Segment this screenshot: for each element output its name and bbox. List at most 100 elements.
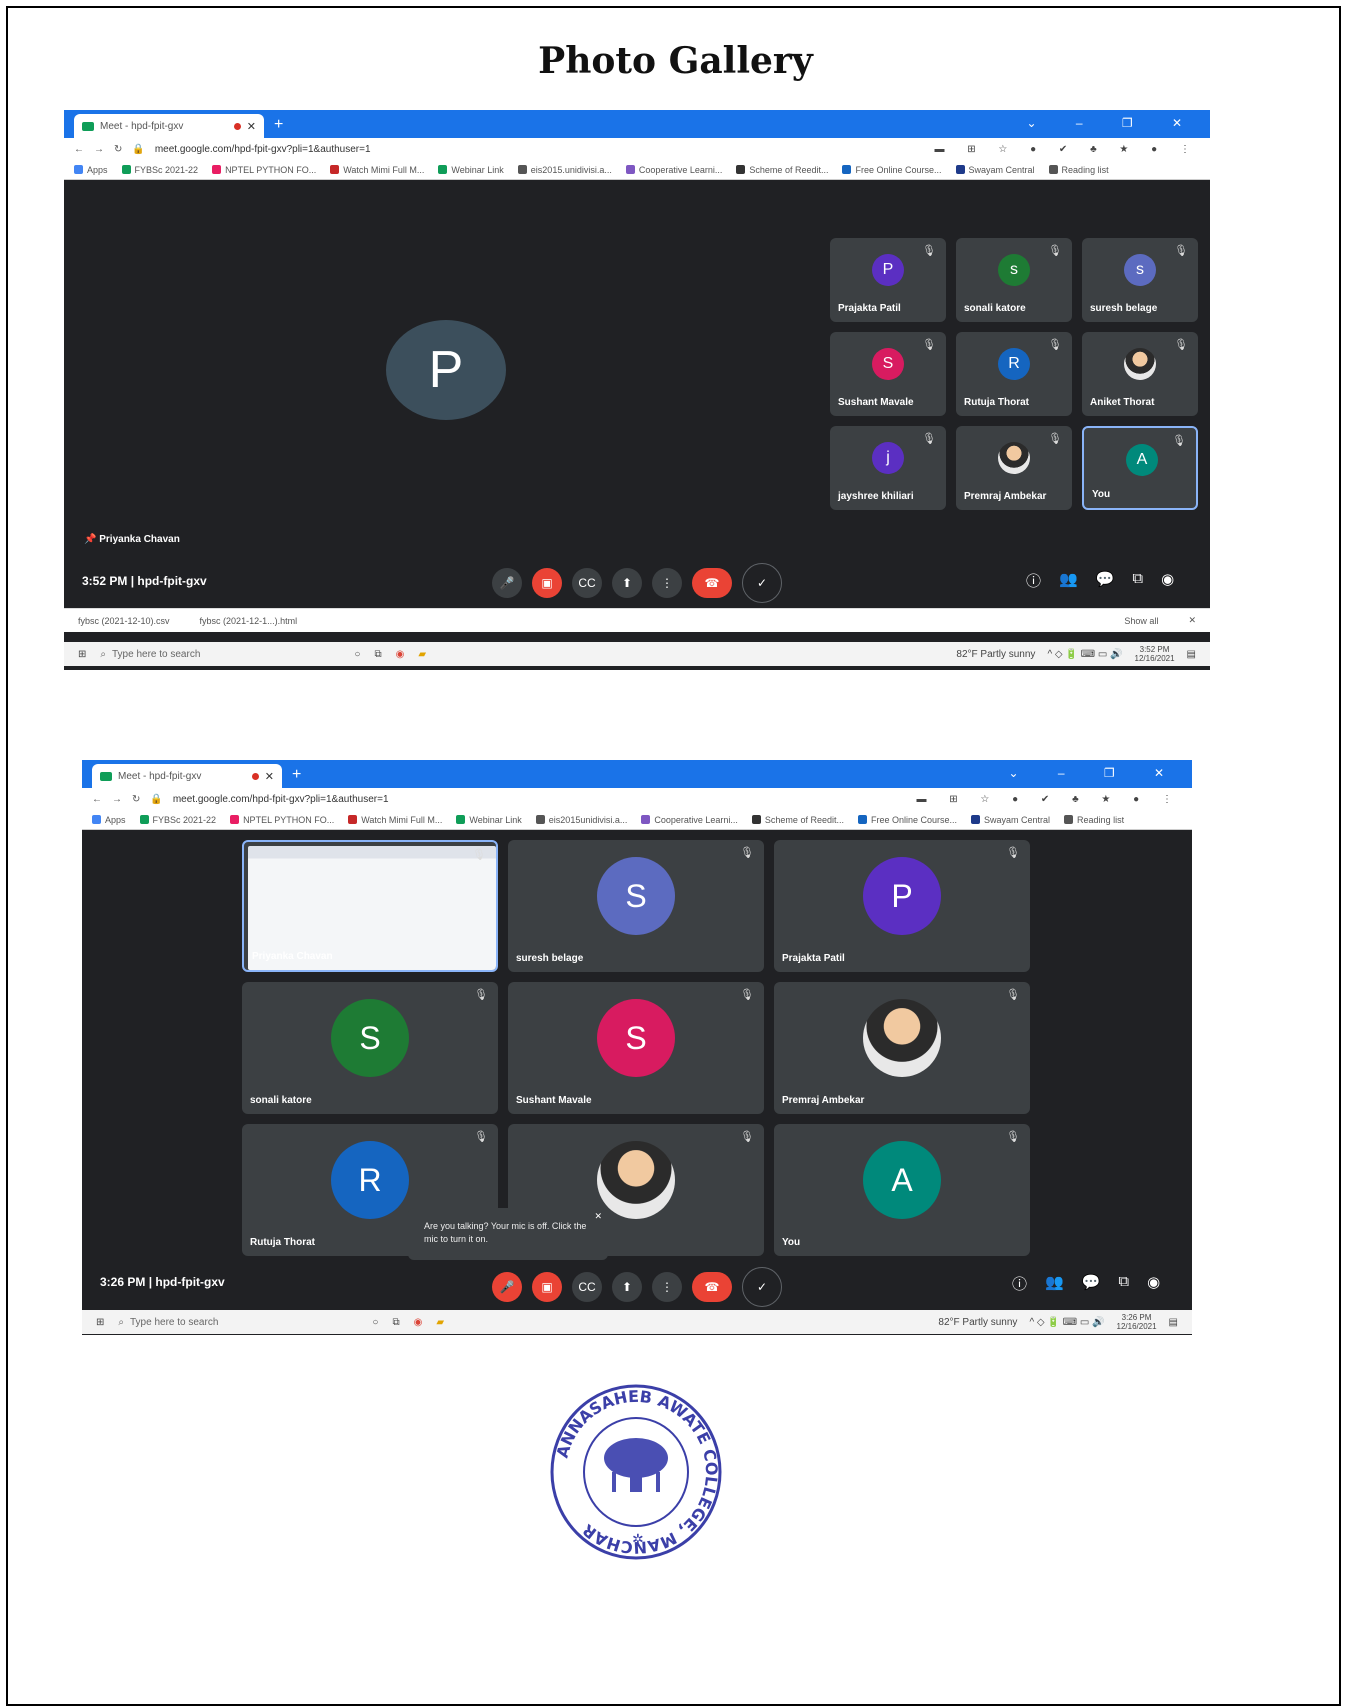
bookmark-item[interactable]: Free Online Course... <box>857 815 957 825</box>
browser-tab[interactable]: Meet - hpd-fpit-gxv ✕ <box>92 764 282 788</box>
camera-off-button[interactable]: ▣ <box>532 568 562 598</box>
extension-icons[interactable]: ▬ ⊞ ☆ ● ✔ ♣ ★ ● ⋮ <box>916 794 1182 805</box>
forward-icon[interactable]: → <box>112 794 122 805</box>
download-item[interactable]: fybsc (2021-12-1...).html <box>200 616 298 626</box>
task-view-icon[interactable]: ⧉ <box>392 1317 399 1328</box>
participant-tile[interactable]: S 🎙 suresh belage <box>508 840 764 972</box>
close-tab-icon[interactable]: ✕ <box>265 770 274 783</box>
shield-icon[interactable]: ◉ <box>1161 570 1174 591</box>
captions-button[interactable]: CC <box>572 568 602 598</box>
bookmark-item[interactable]: FYBSc 2021-22 <box>121 165 198 175</box>
chrome-icon[interactable]: ◉ <box>414 1317 423 1328</box>
chat-icon[interactable]: 💬 <box>1096 570 1115 591</box>
download-item[interactable]: fybsc (2021-12-10).csv <box>78 616 170 626</box>
more-options-button[interactable]: ⋮ <box>652 568 682 598</box>
bookmark-item[interactable]: eis2015unidivisi.a... <box>535 815 627 825</box>
chrome-icon[interactable]: ◉ <box>396 649 405 660</box>
taskbar-search[interactable]: ⌕ Type here to search <box>100 645 340 663</box>
end-call-button[interactable]: ☎ <box>692 568 732 598</box>
browser-tab[interactable]: Meet - hpd-fpit-gxv ✕ <box>74 114 264 138</box>
file-explorer-icon[interactable]: ▰ <box>436 1317 444 1328</box>
captions-button[interactable]: CC <box>572 1272 602 1302</box>
camera-off-button[interactable]: ▣ <box>532 1272 562 1302</box>
people-icon[interactable]: 👥 <box>1059 570 1078 591</box>
participant-tile[interactable]: 🎙 Aniket Thorat <box>1082 332 1198 416</box>
bookmark-item[interactable]: Swayam Central <box>971 815 1050 825</box>
bookmark-item[interactable]: Watch Mimi Full M... <box>348 815 442 825</box>
bookmark-item[interactable]: Swayam Central <box>955 165 1035 175</box>
participant-tile[interactable]: S 🎙 Sushant Mavale <box>830 332 946 416</box>
tray-icons[interactable]: ^ ◇ 🔋 ⌨ ▭ 🔊 <box>1029 1317 1104 1328</box>
bookmark-item[interactable]: Reading list <box>1048 165 1109 175</box>
windows-start-icon[interactable]: ⊞ <box>78 649 86 660</box>
extension-icons[interactable]: ▬ ⊞ ☆ ● ✔ ♣ ★ ● ⋮ <box>934 144 1200 155</box>
weather-text[interactable]: 82°F Partly sunny <box>938 1317 1017 1328</box>
window-controls[interactable]: ⌄ – ❐ ✕ <box>1008 766 1182 780</box>
notification-icon[interactable]: ▤ <box>1187 649 1196 660</box>
participant-tile[interactable]: 🎙 Priyanka Chavan <box>242 840 498 972</box>
clock[interactable]: 3:52 PM 12/16/2021 <box>1135 645 1175 663</box>
close-icon[interactable]: ✕ <box>594 1210 602 1223</box>
bookmark-item[interactable]: Scheme of Reedit... <box>751 815 844 825</box>
participant-tile[interactable]: 🎙 Premraj Ambekar <box>774 982 1030 1114</box>
present-button[interactable]: ⬆ <box>612 1272 642 1302</box>
windows-start-icon[interactable]: ⊞ <box>96 1317 104 1328</box>
participant-tile[interactable]: S 🎙 Sushant Mavale <box>508 982 764 1114</box>
bookmark-item[interactable]: Reading list <box>1064 815 1124 825</box>
reload-icon[interactable]: ↻ <box>114 144 122 155</box>
bookmark-item[interactable]: Scheme of Reedit... <box>736 165 828 175</box>
file-explorer-icon[interactable]: ▰ <box>418 649 426 660</box>
close-icon[interactable]: ✕ <box>1188 615 1196 626</box>
bookmark-item[interactable]: FYBSc 2021-22 <box>139 815 216 825</box>
back-icon[interactable]: ← <box>74 144 84 155</box>
address-bar[interactable]: ← → ↻ 🔒 meet.google.com/hpd-fpit-gxv?pli… <box>64 138 1210 160</box>
info-icon[interactable]: ⓘ <box>1026 570 1041 591</box>
activities-icon[interactable]: ⧉ <box>1118 1273 1129 1294</box>
clock[interactable]: 3:26 PM 12/16/2021 <box>1117 1313 1157 1331</box>
bookmark-item[interactable]: Webinar Link <box>456 815 522 825</box>
participant-tile[interactable]: A 🎙 You <box>1082 426 1198 510</box>
tray-icons[interactable]: ^ ◇ 🔋 ⌨ ▭ 🔊 <box>1047 649 1122 660</box>
mic-button[interactable]: 🎤 <box>492 568 522 598</box>
participant-tile[interactable]: P 🎙 Prajakta Patil <box>830 238 946 322</box>
show-all-link[interactable]: Show all <box>1124 616 1158 626</box>
shield-icon[interactable]: ◉ <box>1147 1273 1160 1294</box>
present-button[interactable]: ⬆ <box>612 568 642 598</box>
close-tab-icon[interactable]: ✕ <box>247 120 256 133</box>
new-tab-button[interactable]: + <box>274 116 283 134</box>
bookmark-item[interactable]: Apps <box>74 165 108 175</box>
participant-tile[interactable]: s 🎙 sonali katore <box>956 238 1072 322</box>
participant-tile[interactable]: s 🎙 suresh belage <box>1082 238 1198 322</box>
participant-tile[interactable]: P 🎙 Prajakta Patil <box>774 840 1030 972</box>
task-view-icon[interactable]: ⧉ <box>374 649 381 660</box>
participant-tile[interactable]: R 🎙 Rutuja Thorat <box>956 332 1072 416</box>
bookmark-item[interactable]: Cooperative Learni... <box>641 815 738 825</box>
chat-icon[interactable]: 💬 <box>1082 1273 1101 1294</box>
address-bar[interactable]: ← → ↻ 🔒 meet.google.com/hpd-fpit-gxv?pli… <box>82 788 1192 810</box>
people-icon[interactable]: 👥 <box>1045 1273 1064 1294</box>
back-icon[interactable]: ← <box>92 794 102 805</box>
info-icon[interactable]: ⓘ <box>1012 1273 1027 1294</box>
cortana-icon[interactable]: ○ <box>372 1317 378 1328</box>
bookmark-item[interactable]: NPTEL PYTHON FO... <box>230 815 334 825</box>
weather-text[interactable]: 82°F Partly sunny <box>956 649 1035 660</box>
activities-icon[interactable]: ⧉ <box>1132 570 1143 591</box>
end-call-button[interactable]: ☎ <box>692 1272 732 1302</box>
more-options-button[interactable]: ⋮ <box>652 1272 682 1302</box>
forward-icon[interactable]: → <box>94 144 104 155</box>
bookmark-item[interactable]: Free Online Course... <box>842 165 942 175</box>
bookmark-item[interactable]: eis2015.unidivisi.a... <box>517 165 612 175</box>
participant-tile[interactable]: A 🎙 You <box>774 1124 1030 1256</box>
bookmark-item[interactable]: Cooperative Learni... <box>625 165 722 175</box>
mic-off-button[interactable]: 🎤 <box>492 1272 522 1302</box>
notification-icon[interactable]: ▤ <box>1169 1317 1178 1328</box>
window-controls[interactable]: ⌄ – ❐ ✕ <box>1026 116 1200 130</box>
participant-tile[interactable]: S 🎙 sonali katore <box>242 982 498 1114</box>
hand-raise-button[interactable]: ✓ <box>742 1267 782 1307</box>
bookmark-item[interactable]: Watch Mimi Full M... <box>330 165 424 175</box>
taskbar-search[interactable]: ⌕ Type here to search <box>118 1313 358 1331</box>
bookmark-item[interactable]: Webinar Link <box>438 165 504 175</box>
participant-tile[interactable]: j 🎙 jayshree khiliari <box>830 426 946 510</box>
new-tab-button[interactable]: + <box>292 766 301 784</box>
bookmark-item[interactable]: Apps <box>92 815 126 825</box>
